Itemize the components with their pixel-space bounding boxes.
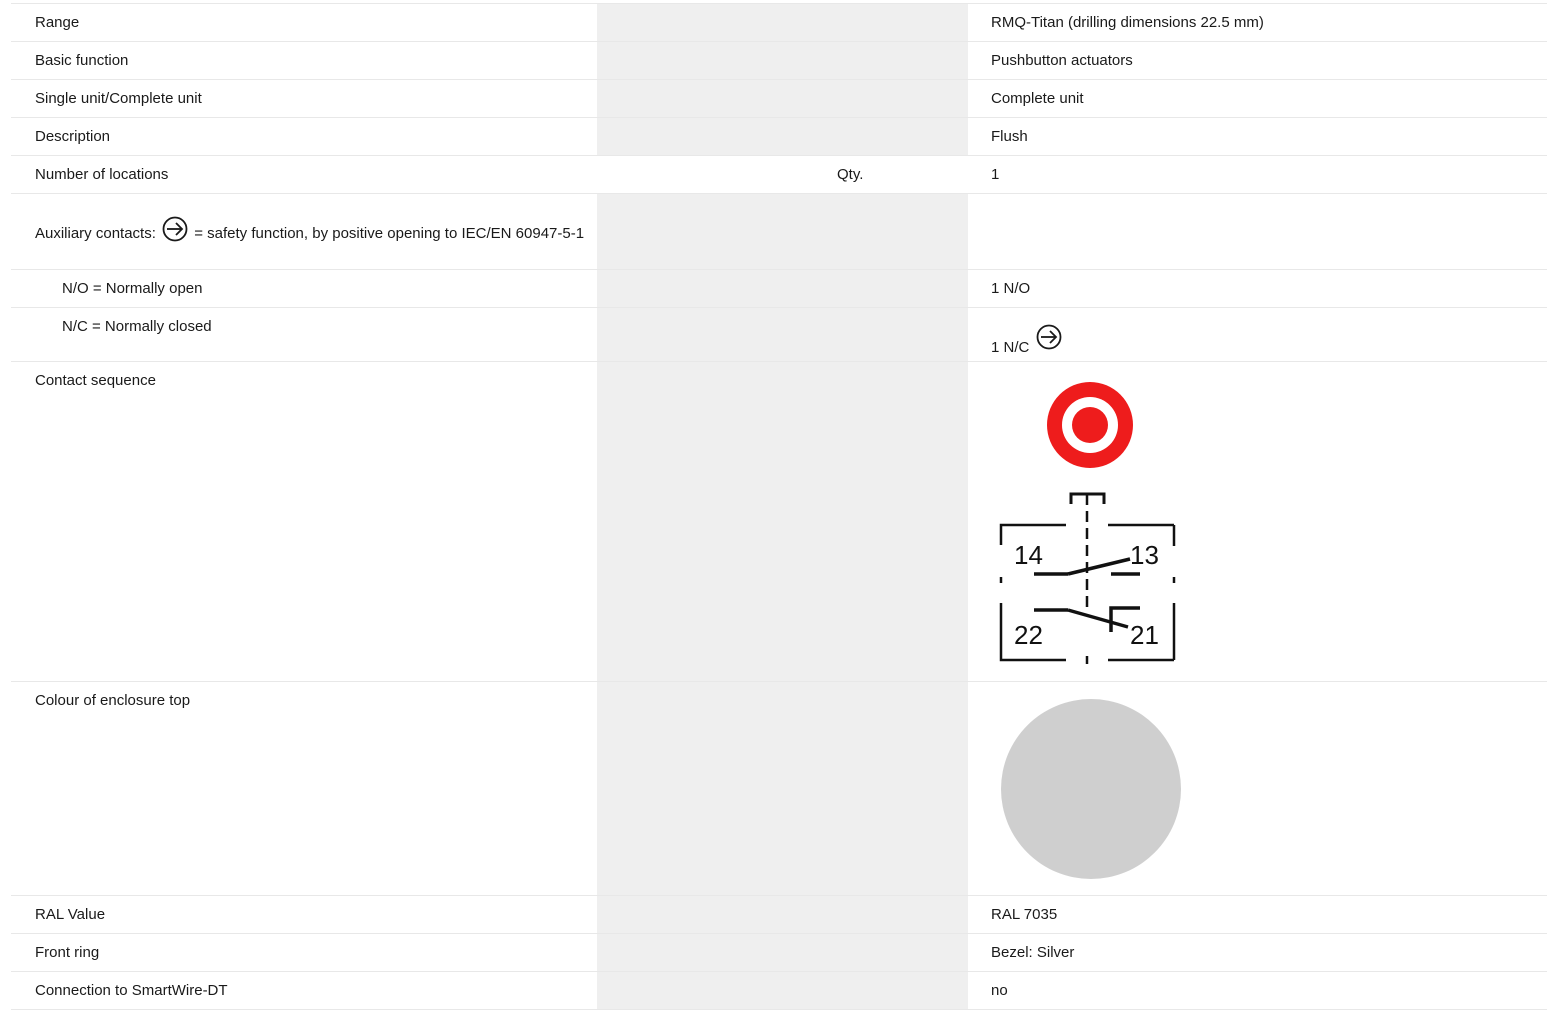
table-row: Front ring Bezel: Silver — [11, 933, 1547, 972]
row-label: N/O = Normally open — [62, 280, 203, 297]
table-row: Auxiliary contacts: = safety function, b… — [11, 193, 1547, 270]
row-value: RMQ-Titan (drilling dimensions 22.5 mm) — [991, 14, 1264, 31]
row-label: Front ring — [35, 944, 100, 961]
terminal-label: 14 — [1014, 540, 1043, 570]
row-label: Number of locations — [35, 166, 169, 183]
red-pushbutton-icon — [1047, 382, 1133, 468]
row-label: RAL Value — [35, 906, 106, 923]
terminal-label: 22 — [1014, 620, 1043, 650]
table-row: Number of locations Qty. 1 — [11, 155, 1547, 194]
table-row: Colour of enclosure top — [11, 681, 1547, 896]
table-row: N/C = Normally closed 1 N/C — [11, 307, 1547, 362]
table-row: Single unit/Complete unit Complete unit — [11, 79, 1547, 118]
row-value: 1 N/C — [968, 308, 1547, 357]
row-value: Flush — [991, 128, 1028, 145]
table-row: N/O = Normally open 1 N/O — [11, 269, 1547, 308]
table-row: Connection to SmartWire-DT no — [11, 971, 1547, 1010]
row-label: Connection to SmartWire-DT — [35, 982, 228, 999]
row-value: 1 N/O — [991, 280, 1031, 297]
table-row: Basic function Pushbutton actuators — [11, 41, 1547, 80]
row-value: RAL 7035 — [991, 906, 1058, 923]
row-label: N/C = Normally closed — [62, 318, 212, 335]
row-value: Bezel: Silver — [991, 944, 1075, 961]
table-row: Description Flush — [11, 117, 1547, 156]
row-value: Complete unit — [991, 90, 1084, 107]
aux-label-prefix: Auxiliary contacts: — [35, 225, 156, 242]
terminal-label: 21 — [1130, 620, 1159, 650]
positive-opening-arrow-icon — [162, 216, 188, 242]
row-unit: Qty. — [837, 166, 864, 183]
nc-value-text: 1 N/C — [991, 339, 1030, 356]
grey-colour-swatch — [1001, 699, 1181, 879]
row-label: Contact sequence — [35, 372, 156, 389]
table-row: Range RMQ-Titan (drilling dimensions 22.… — [11, 3, 1547, 42]
row-label: Basic function — [35, 52, 129, 69]
row-label: Single unit/Complete unit — [35, 90, 202, 107]
contact-sequence-diagram: 14 13 22 21 — [999, 382, 1176, 664]
aux-label-suffix: = safety function, by positive opening t… — [194, 225, 585, 242]
row-value: 1 — [991, 166, 1000, 183]
row-label: Colour of enclosure top — [35, 692, 191, 709]
row-value: Pushbutton actuators — [991, 52, 1133, 69]
row-label: Range — [35, 14, 80, 31]
row-label: Auxiliary contacts: = safety function, b… — [11, 194, 597, 243]
terminal-label: 13 — [1130, 540, 1159, 570]
spec-table: Range RMQ-Titan (drilling dimensions 22.… — [11, 3, 1547, 1010]
table-row: RAL Value RAL 7035 — [11, 895, 1547, 934]
table-row: Contact sequence 14 13 22 21 — [11, 361, 1547, 682]
row-value: no — [991, 982, 1008, 999]
row-label: Description — [35, 128, 111, 145]
positive-opening-arrow-icon — [1036, 324, 1061, 350]
